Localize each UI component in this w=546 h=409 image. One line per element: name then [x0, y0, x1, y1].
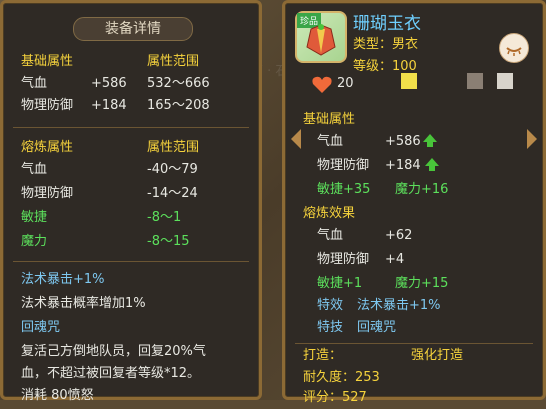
- base-attr-label: 基础属性: [303, 112, 356, 127]
- attr-value: +586: [385, 134, 421, 149]
- robe-icon: [306, 24, 336, 56]
- base-attr-header: 基础属性 属性范围: [3, 51, 259, 73]
- attr-range: -8～15: [147, 234, 190, 249]
- item-type: 类型：男衣: [353, 37, 419, 52]
- attr-value: +62: [385, 228, 413, 243]
- base-attr-label: 基础属性: [21, 54, 74, 69]
- rating-value: 评分：527: [303, 390, 367, 405]
- divider: [13, 261, 249, 262]
- item-level: 等级：100: [353, 59, 417, 74]
- refine-attr-row: 敏捷 -8～1: [3, 207, 259, 229]
- durability-value: 耐久度：253: [303, 370, 380, 385]
- attr-name: 敏捷: [21, 210, 48, 225]
- skill-description: 血，不超过被回复者等级*12。: [21, 366, 201, 381]
- attr-value: +4: [385, 252, 405, 267]
- attr-value: +184: [91, 98, 127, 113]
- attr-name: 气血: [317, 228, 344, 243]
- rating-row: 评分：527: [285, 387, 543, 409]
- heart-count: 20: [337, 76, 354, 91]
- skill-label: 特技: [317, 320, 344, 335]
- attr-extra: 魔力+15: [395, 276, 449, 291]
- attr-name: 气血: [21, 162, 48, 177]
- attr-name: 魔力: [21, 234, 48, 249]
- base-attr-header: 基础属性: [285, 109, 543, 131]
- refine-attr-row: 物理防御 -14～24: [3, 183, 259, 205]
- attr-name: 物理防御: [21, 98, 74, 113]
- attr-range: -40～79: [147, 162, 198, 177]
- item-info-panel: 珍品 珊瑚玉衣 类型：男衣 等级：100 20 基础属性 气血 +586 物理防…: [282, 0, 546, 405]
- refine-attr-header: 熔炼属性 属性范围: [3, 137, 259, 159]
- attr-range: 165～208: [147, 98, 210, 113]
- eye-toggle-button[interactable]: [499, 33, 529, 63]
- skill-description: 法术暴击概率增加1%: [21, 296, 146, 311]
- base-attr-row: 气血 +586 532～666: [3, 73, 259, 95]
- base-attr-row: 气血 +586: [285, 131, 543, 153]
- item-name: 珊瑚玉衣: [353, 14, 421, 34]
- forge-row: 打造： 强化打造: [285, 345, 543, 367]
- attr-extra: 魔力+16: [395, 182, 449, 197]
- special-label: 特效: [317, 298, 344, 313]
- special-value: 法术暴击+1%: [357, 298, 441, 313]
- refine-extra-row: 敏捷+1 魔力+15: [285, 273, 543, 295]
- attr-extra: 敏捷+1: [317, 276, 363, 291]
- item-icon[interactable]: 珍品: [295, 11, 347, 63]
- refine-header: 熔炼效果: [285, 203, 543, 225]
- base-attr-row: 物理防御 +184 165～208: [3, 95, 259, 117]
- skill-title: 回魂咒: [3, 317, 259, 339]
- attr-name: 气血: [317, 134, 344, 149]
- refine-row: 气血 +62: [285, 225, 543, 247]
- eye-closed-icon: [506, 47, 522, 56]
- attr-extra: 敏捷+35: [317, 182, 371, 197]
- panel-title: 装备详情: [73, 17, 193, 41]
- attr-value: +184: [385, 158, 421, 173]
- durability-row: 耐久度：253: [285, 367, 543, 389]
- skill-name: 法术暴击+1%: [21, 272, 105, 287]
- cost-text: 消耗 80愤怒: [21, 388, 94, 403]
- range-label: 属性范围: [147, 54, 200, 69]
- forge-value: 强化打造: [411, 348, 464, 363]
- skill-title: 法术暴击+1%: [3, 269, 259, 291]
- skill-desc: 复活己方倒地队员，回复20%气: [3, 341, 259, 363]
- divider: [13, 127, 249, 128]
- special-effect-row: 特效 法术暴击+1%: [285, 295, 543, 317]
- refine-attr-row: 魔力 -8～15: [3, 231, 259, 253]
- slot-icon[interactable]: [467, 73, 483, 89]
- attr-name: 物理防御: [317, 252, 370, 267]
- base-extra-row: 敏捷+35 魔力+16: [285, 179, 543, 201]
- skill-description: 复活己方倒地队员，回复20%气: [21, 344, 206, 359]
- refine-row: 物理防御 +4: [285, 249, 543, 271]
- equipment-detail-panel: 装备详情 基础属性 属性范围 气血 +586 532～666 物理防御 +184…: [0, 0, 262, 403]
- forge-label: 打造：: [303, 348, 343, 363]
- attr-range: -14～24: [147, 186, 198, 201]
- refine-label: 熔炼效果: [303, 206, 356, 221]
- slot-icon[interactable]: [401, 73, 417, 89]
- range-label: 属性范围: [147, 140, 200, 155]
- special-skill-row: 特技 回魂咒: [285, 317, 543, 339]
- attr-name: 物理防御: [317, 158, 370, 173]
- skill-name: 回魂咒: [21, 320, 61, 335]
- skill-desc: 血，不超过被回复者等级*12。: [3, 363, 259, 385]
- divider: [295, 343, 533, 344]
- base-attr-row: 物理防御 +184: [285, 155, 543, 177]
- slot-icon[interactable]: [497, 73, 513, 89]
- attr-range: -8～1: [147, 210, 182, 225]
- attr-name: 物理防御: [21, 186, 74, 201]
- attr-value: +586: [91, 76, 127, 91]
- skill-desc: 法术暴击概率增加1%: [3, 293, 259, 315]
- skill-value: 回魂咒: [357, 320, 397, 335]
- attr-name: 气血: [21, 76, 48, 91]
- refine-attr-row: 气血 -40～79: [3, 159, 259, 181]
- refine-attr-label: 熔炼属性: [21, 140, 74, 155]
- attr-range: 532～666: [147, 76, 210, 91]
- heart-icon: [312, 76, 332, 93]
- skill-cost: 消耗 80愤怒: [3, 385, 259, 407]
